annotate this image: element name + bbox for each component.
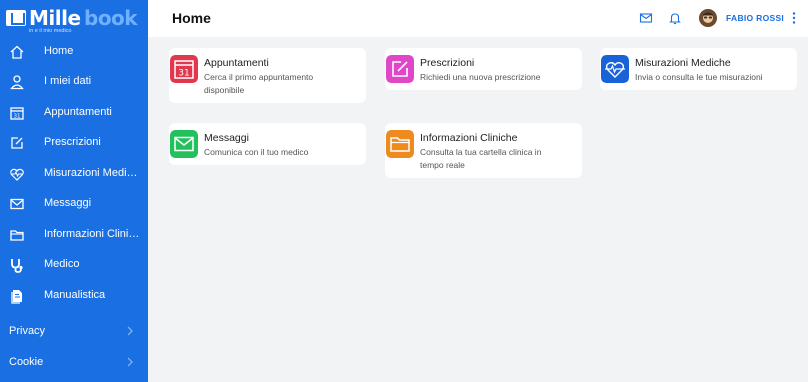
chevron-right-icon: [127, 326, 133, 336]
sidebar-section-label: Privacy: [9, 325, 46, 337]
sidebar-item-i-miei-dati[interactable]: I miei dati: [0, 67, 148, 97]
card-title: Prescrizioni: [420, 57, 475, 69]
sidebar-item-informazioni-cliniche[interactable]: Informazioni Cliniche: [0, 220, 148, 250]
sidebar-item-label: Appuntamenti: [44, 106, 112, 118]
sidebar-item-label: Messaggi: [44, 197, 92, 209]
sidebar-item-misurazioni-mediche[interactable]: Misurazioni Mediche: [0, 159, 148, 189]
card-description: Consulta la tua cartella clinica in temp…: [420, 147, 542, 170]
sidebar-item-label: Informazioni Cliniche: [44, 228, 140, 240]
mail-icon: [170, 130, 198, 158]
logo-mark-icon: [6, 10, 26, 26]
sidebar-item-label: Manualistica: [44, 289, 106, 301]
logo-text-mille: Mille: [29, 6, 81, 30]
mail-icon: [10, 198, 24, 210]
svg-text:31: 31: [14, 114, 21, 120]
card-informazioni-cliniche[interactable]: Informazioni Cliniche Consulta la tua ca…: [385, 123, 582, 178]
card-description: Cerca il primo appuntamento disponibile: [204, 72, 314, 95]
sidebar-item-label: I miei dati: [44, 75, 92, 87]
logo-text-book: book: [84, 6, 138, 30]
bell-icon[interactable]: [668, 11, 682, 25]
millebook-logo[interactable]: Mille book in e il mio medico: [6, 6, 146, 34]
calendar-31-icon: 31: [170, 55, 198, 83]
card-messaggi[interactable]: Messaggi Comunica con il tuo medico: [169, 123, 366, 165]
sidebar: Mille book in e il mio medico Home I mie…: [0, 0, 148, 382]
card-description: Invia o consulta le tue misurazioni: [635, 72, 763, 82]
sidebar-item-manualistica[interactable]: Manualistica: [0, 281, 148, 311]
edit-icon: [386, 55, 414, 83]
sidebar-item-messaggi[interactable]: Messaggi: [0, 189, 148, 219]
svg-text:31: 31: [178, 69, 189, 79]
card-appuntamenti[interactable]: 31 Appuntamenti Cerca il primo appuntame…: [169, 48, 366, 103]
sidebar-item-label: Medico: [44, 258, 80, 270]
page-title: Home: [172, 10, 211, 26]
sidebar-section-privacy[interactable]: Privacy: [0, 316, 148, 346]
chevron-right-icon: [127, 357, 133, 367]
sidebar-item-home[interactable]: Home: [0, 37, 148, 67]
heart-pulse-icon: [10, 168, 24, 181]
logo-tagline: in e il mio medico: [29, 28, 72, 34]
book-icon: [11, 290, 22, 304]
sidebar-item-label: Prescrizioni: [44, 136, 101, 148]
card-title: Messaggi: [204, 132, 249, 144]
sidebar-item-label: Misurazioni Mediche: [44, 167, 140, 179]
calendar-icon: 31: [10, 107, 24, 120]
card-description: Richiedi una nuova prescrizione: [420, 72, 541, 82]
sidebar-section-cookie[interactable]: Cookie: [0, 347, 148, 377]
sidebar-item-prescrizioni[interactable]: Prescrizioni: [0, 128, 148, 158]
card-description: Comunica con il tuo medico: [204, 147, 309, 157]
home-icon: [10, 45, 24, 59]
card-title: Appuntamenti: [204, 57, 269, 69]
more-vertical-icon[interactable]: [791, 11, 797, 25]
card-prescrizioni[interactable]: Prescrizioni Richiedi una nuova prescriz…: [385, 48, 582, 90]
user-icon: [10, 75, 24, 90]
mail-icon[interactable]: [639, 11, 653, 25]
top-bar: Home FABIO ROSSI: [148, 0, 808, 37]
stethoscope-icon: [11, 259, 23, 273]
user-name[interactable]: FABIO ROSSI: [726, 13, 784, 23]
heart-pulse-icon: [601, 55, 629, 83]
avatar[interactable]: [699, 9, 717, 27]
card-misurazioni-mediche[interactable]: Misurazioni Mediche Invia o consulta le …: [600, 48, 797, 90]
card-title: Informazioni Cliniche: [420, 132, 518, 144]
sidebar-item-appuntamenti[interactable]: 31 Appuntamenti: [0, 98, 148, 128]
user-avatar-icon: [699, 9, 717, 27]
edit-icon: [11, 137, 23, 149]
sidebar-item-label: Home: [44, 45, 74, 57]
folder-icon: [386, 130, 414, 158]
sidebar-section-label: Cookie: [9, 356, 44, 368]
card-title: Misurazioni Mediche: [635, 57, 731, 69]
sidebar-item-medico[interactable]: Medico: [0, 250, 148, 280]
folder-icon: [10, 230, 24, 241]
